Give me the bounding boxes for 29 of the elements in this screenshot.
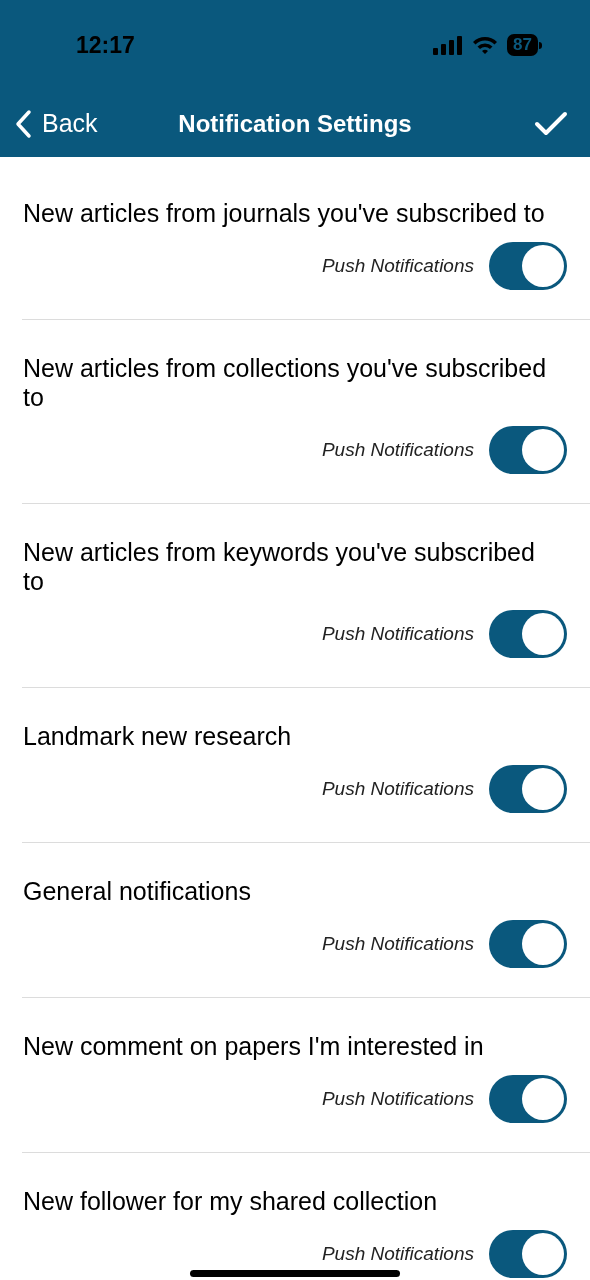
toggle-switch[interactable] bbox=[489, 242, 567, 290]
setting-title: New articles from collections you've subscribed to bbox=[23, 354, 548, 412]
setting-title: New comment on papers I'm interested in bbox=[23, 1032, 485, 1061]
toggle-switch[interactable] bbox=[489, 1230, 567, 1278]
setting-label: Push Notifications bbox=[321, 253, 474, 278]
back-button[interactable]: Back bbox=[14, 104, 98, 143]
screen-title: Notification Settings bbox=[178, 108, 412, 139]
setting-label: Push Notifications bbox=[321, 1241, 474, 1266]
setting-label: Push Notifications bbox=[321, 437, 474, 462]
setting-label: Push Notifications bbox=[321, 776, 474, 801]
toggle-switch[interactable] bbox=[489, 610, 567, 658]
setting-label: Push Notifications bbox=[321, 621, 474, 646]
setting-title: New articles from journals you've subscribed to bbox=[23, 199, 546, 228]
chevron-left-icon bbox=[14, 108, 32, 139]
toggle-switch[interactable] bbox=[489, 765, 567, 813]
setting-title: New articles from keywords you've subscribed to bbox=[23, 538, 536, 596]
setting-title: New follower for my shared collection bbox=[23, 1187, 439, 1216]
toggle-switch[interactable] bbox=[489, 426, 567, 474]
toggle-switch[interactable] bbox=[489, 920, 567, 968]
setting-label: Push Notifications bbox=[321, 931, 474, 956]
setting-title: General notifications bbox=[23, 877, 252, 906]
signal-icon bbox=[433, 35, 464, 55]
status-time: 12:17 bbox=[76, 30, 135, 60]
wifi-icon bbox=[471, 35, 500, 55]
setting-label: Push Notifications bbox=[321, 1086, 474, 1111]
setting-title: Landmark new research bbox=[23, 722, 293, 751]
battery-level: 87 bbox=[507, 34, 538, 56]
toggle-switch[interactable] bbox=[489, 1075, 567, 1123]
check-icon[interactable] bbox=[534, 110, 568, 137]
